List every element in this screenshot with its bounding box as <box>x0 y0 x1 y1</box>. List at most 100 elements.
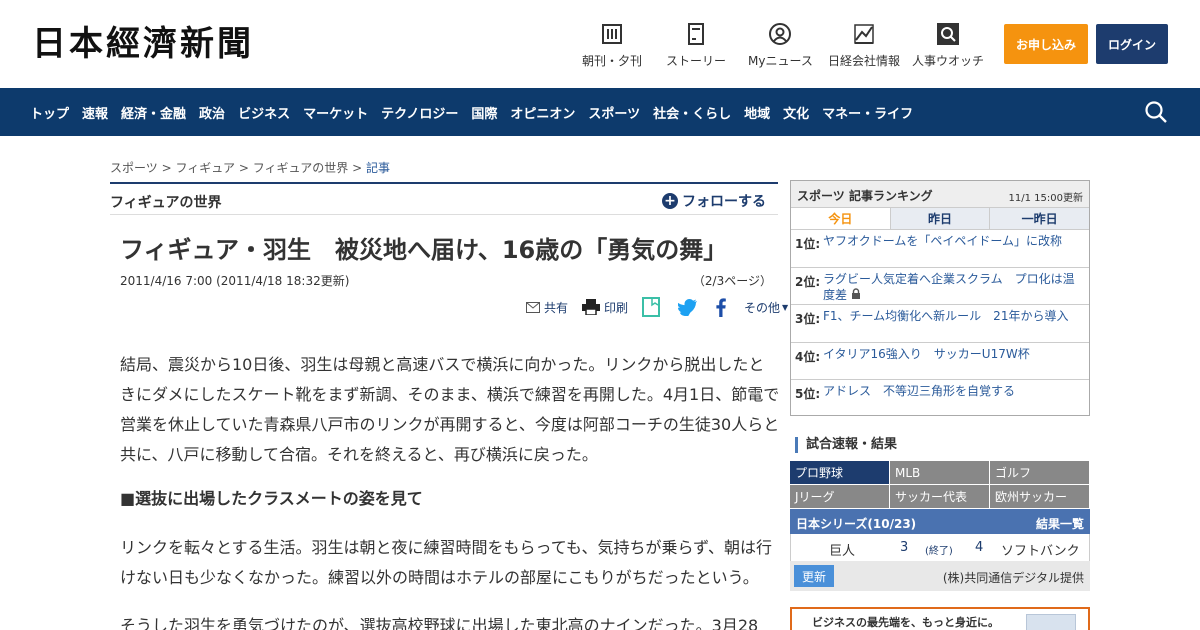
ranking-item: 1位: ヤフオクドームを「ペイペイドーム」に改称 <box>791 230 1089 268</box>
user-circle-icon <box>768 22 792 46</box>
nav-item-sports[interactable]: スポーツ <box>588 103 640 122</box>
print-icon <box>582 299 601 315</box>
rank-number: 4位: <box>795 349 821 364</box>
breadcrumb-figure-world[interactable]: フィギュアの世界 <box>253 161 349 175</box>
ranking-link[interactable]: ヤフオクドームを「ペイペイドーム」に改称 <box>823 233 1079 249</box>
game-score-row[interactable]: 巨人 3 (終了) 4 ソフトバンク <box>790 534 1090 561</box>
nav-item-international[interactable]: 国際 <box>471 103 497 122</box>
document-icon <box>684 22 708 46</box>
update-row: 更新 (株)共同通信デジタル提供 <box>790 561 1090 591</box>
nav-personnel-watch-label: 人事ウオッチ <box>912 54 985 68</box>
breadcrumb-article[interactable]: 記事 <box>366 161 390 175</box>
away-team: ソフトバンク <box>1001 544 1080 559</box>
rank-number: 3位: <box>795 312 821 326</box>
nav-item-culture[interactable]: 文化 <box>783 103 809 122</box>
nav-my-news-label: Myニュース <box>748 54 813 68</box>
ranking-item: 2位: ラグビー人気定着へ企業スクラム プロ化は温度差 <box>791 268 1089 305</box>
ranking-panel: スポーツ 記事ランキング 11/1 15:00更新 今日 昨日 一昨日 1位: … <box>790 180 1090 416</box>
facebook-button[interactable] <box>716 297 730 317</box>
tab-golf[interactable]: ゴルフ <box>990 461 1089 484</box>
nav-item-technology[interactable]: テクノロジー <box>381 103 458 122</box>
article-paragraph: 結局、震災から10日後、羽生は母親と高速バスで横浜に向かった。リンクから脱出した… <box>120 355 780 464</box>
mail-icon <box>526 301 540 313</box>
twitter-button[interactable] <box>678 298 702 316</box>
nav-item-politics[interactable]: 政治 <box>199 103 225 122</box>
login-button[interactable]: ログイン <box>1096 24 1168 64</box>
nav-my-news[interactable]: Myニュース <box>748 22 813 69</box>
facebook-icon <box>716 297 726 317</box>
tab-j-league[interactable]: Jリーグ <box>790 485 889 508</box>
ranking-item: 5位: アドレス 不等辺三角形を自覚する <box>791 380 1089 418</box>
more-share-button[interactable]: その他 ▼ <box>744 299 788 316</box>
nav-item-money-life[interactable]: マネー・ライフ <box>822 103 913 122</box>
rank-number: 5位: <box>795 387 821 401</box>
ranking-tabs: 今日 昨日 一昨日 <box>791 208 1090 230</box>
update-button[interactable]: 更新 <box>794 565 834 587</box>
ad-image <box>1026 614 1076 630</box>
nav-item-business[interactable]: ビジネス <box>238 103 290 122</box>
tab-today[interactable]: 今日 <box>791 208 891 229</box>
nav-paper-edition[interactable]: 朝刊・夕刊 <box>582 22 642 69</box>
share-button[interactable]: 共有 <box>526 299 568 316</box>
search-icon[interactable] <box>1144 100 1168 124</box>
scores-title: 試合速報・結果 <box>795 437 897 453</box>
follow-button[interactable]: + フォローする <box>662 191 766 211</box>
article-subheading: ■選抜に出場したクラスメートの姿を見て <box>120 489 423 508</box>
ranking-link[interactable]: F1、チーム均衡化へ新ルール 21年から導入 <box>823 308 1079 324</box>
tab-mlb[interactable]: MLB <box>890 461 989 484</box>
breadcrumb-figure[interactable]: フィギュア <box>175 161 235 175</box>
tab-soccer-national[interactable]: サッカー代表 <box>890 485 989 508</box>
nav-story[interactable]: ストーリー <box>666 22 726 69</box>
sport-tabs: プロ野球 MLB ゴルフ Jリーグ サッカー代表 欧州サッカー <box>790 461 1090 509</box>
print-button[interactable]: 印刷 <box>582 299 628 316</box>
article-paragraph: そうした羽生を勇気づけたのが、選抜高校野球に出場した東北高のナインだった。3月2… <box>120 616 759 630</box>
ad-banner[interactable]: ビジネスの最先端を、もっと身近に。 <box>790 607 1090 630</box>
ranking-item: 4位: イタリア16強入り サッカーU17W杯 <box>791 343 1089 380</box>
series-title: 日本シリーズ(10/23) <box>796 517 917 531</box>
rank-number: 1位: <box>795 237 821 251</box>
plus-icon: + <box>662 193 678 209</box>
tab-pro-baseball[interactable]: プロ野球 <box>790 461 889 484</box>
category-list: トップ 速報 経済・金融 政治 ビジネス マーケット テクノロジー 国際 オピニ… <box>30 88 926 136</box>
share-label: 共有 <box>544 300 569 315</box>
tab-day-before[interactable]: 一昨日 <box>990 208 1090 229</box>
nav-item-economy[interactable]: 経済・金融 <box>121 103 186 122</box>
nav-item-market[interactable]: マーケット <box>303 103 368 122</box>
rank-number: 2位: <box>795 274 821 289</box>
home-team: 巨人 <box>829 544 856 559</box>
clip-button[interactable] <box>642 297 664 317</box>
nav-company-info[interactable]: 日経会社情報 <box>828 22 900 69</box>
ranking-item: 3位: F1、チーム均衡化へ新ルール 21年から導入 <box>791 305 1089 343</box>
search-square-icon <box>936 22 960 46</box>
caret-down-icon: ▼ <box>782 302 789 312</box>
away-score: 4 <box>975 540 984 555</box>
breadcrumb: スポーツ > フィギュア > フィギュアの世界 > 記事 <box>110 159 390 176</box>
breadcrumb-sports[interactable]: スポーツ <box>110 161 158 175</box>
nav-item-opinion[interactable]: オピニオン <box>510 103 575 122</box>
tab-euro-soccer[interactable]: 欧州サッカー <box>990 485 1089 508</box>
site-logo[interactable]: 日本經濟新聞 <box>32 24 254 64</box>
apply-button[interactable]: お申し込み <box>1004 24 1088 64</box>
nav-item-top[interactable]: トップ <box>30 103 69 122</box>
category-navbar: トップ 速報 経済・金融 政治 ビジネス マーケット テクノロジー 国際 オピニ… <box>0 88 1200 136</box>
nav-personnel-watch[interactable]: 人事ウオッチ <box>912 22 984 69</box>
section-title[interactable]: フィギュアの世界 <box>110 192 221 212</box>
results-list-link[interactable]: 結果一覧 <box>1036 515 1084 532</box>
nav-item-breaking[interactable]: 速報 <box>82 103 108 122</box>
tab-yesterday[interactable]: 昨日 <box>890 208 991 229</box>
ranking-link[interactable]: イタリア16強入り サッカーU17W杯 <box>823 346 1079 362</box>
share-toolbar: 共有 印刷 その他 ▼ <box>526 296 802 318</box>
nav-item-region[interactable]: 地域 <box>744 103 770 122</box>
ranking-link[interactable]: アドレス 不等辺三角形を自覚する <box>823 383 1079 399</box>
nav-item-society[interactable]: 社会・くらし <box>653 103 731 122</box>
ranking-header: スポーツ 記事ランキング 11/1 15:00更新 <box>791 181 1089 208</box>
section-header: フィギュアの世界 + フォローする <box>110 182 778 215</box>
ranking-link[interactable]: ラグビー人気定着へ企業スクラム プロ化は温度差 <box>823 271 1079 303</box>
lock-icon <box>851 287 860 299</box>
series-header: 日本シリーズ(10/23) 結果一覧 <box>790 509 1090 534</box>
nav-company-info-label: 日経会社情報 <box>828 54 901 68</box>
breadcrumb-separator: > <box>352 161 366 175</box>
chart-icon <box>852 22 876 46</box>
article-paragraph: リンクを転々とする生活。羽生は朝と夜に練習時間をもらっても、気持ちが乗らず、朝は… <box>120 538 773 587</box>
article-title: フィギュア・羽生 被災地へ届け、16歳の「勇気の舞」 <box>120 236 728 264</box>
